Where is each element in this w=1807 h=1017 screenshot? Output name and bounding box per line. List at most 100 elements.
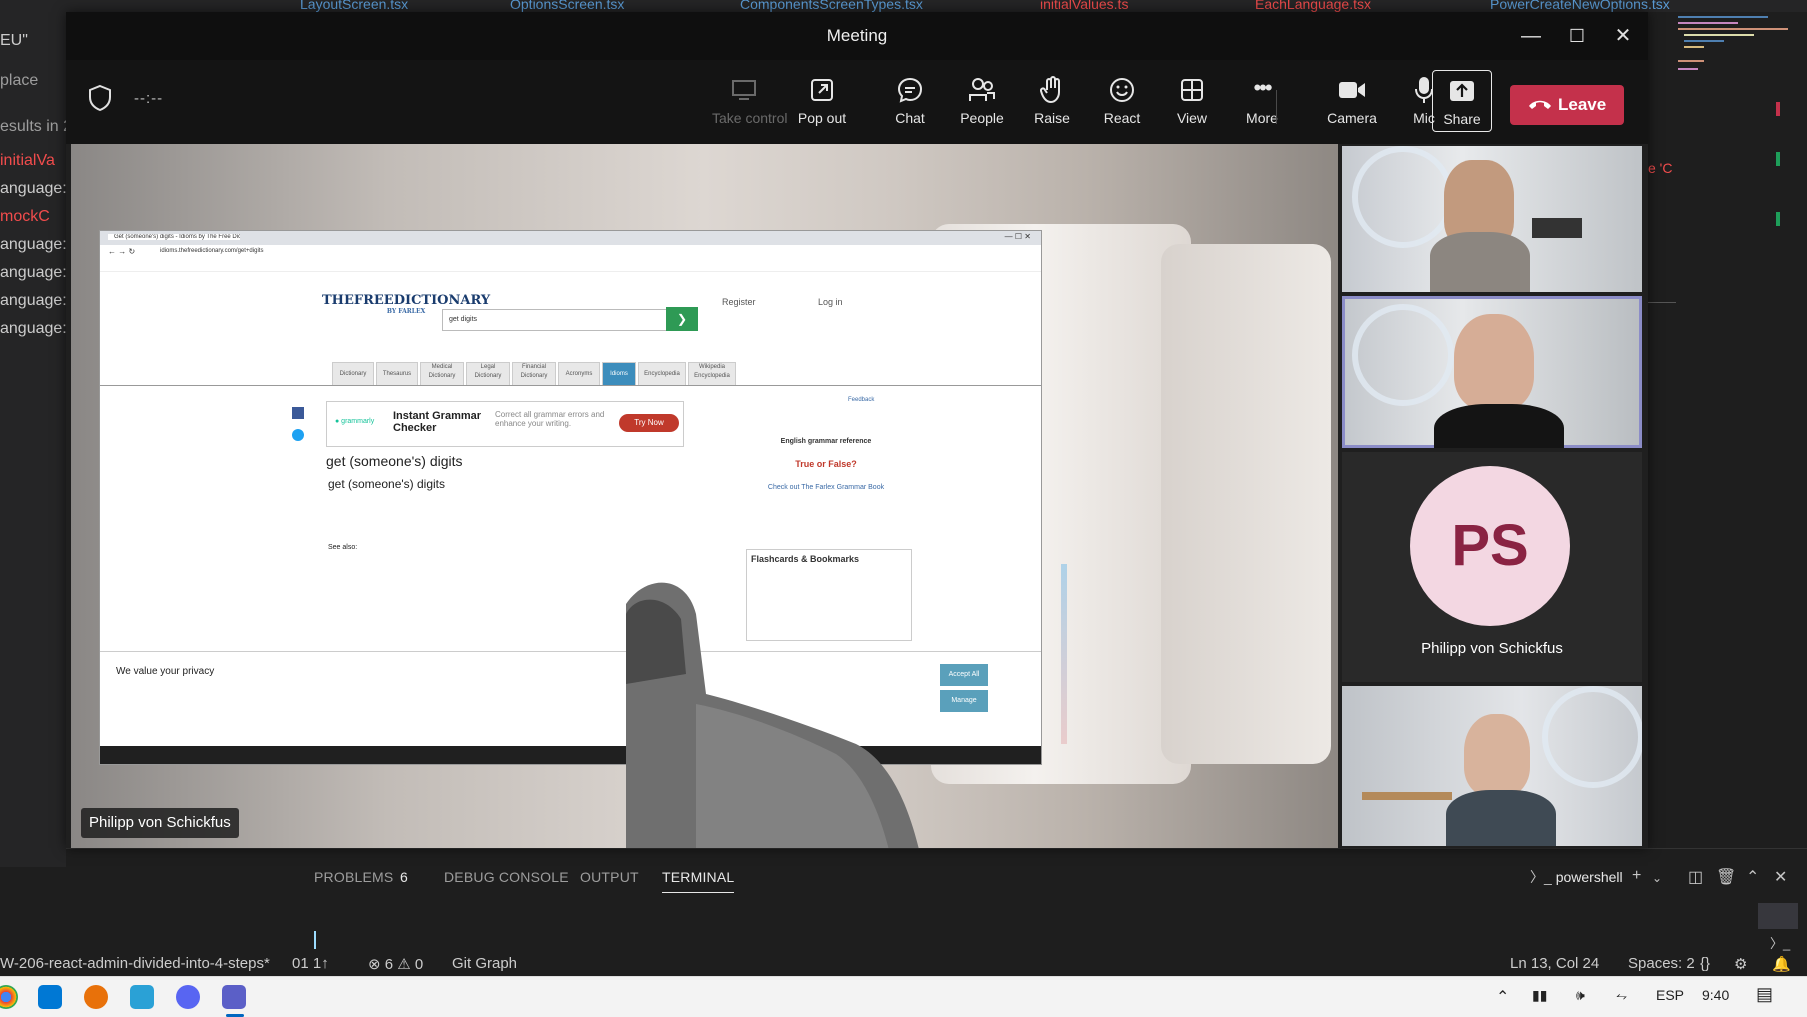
maximize-icon[interactable]: ☐ [1554,20,1600,52]
raise-label: Raise [1034,110,1070,126]
background-monitor [1532,218,1582,238]
take-control-button[interactable]: Take control [712,70,787,134]
branch-indicator[interactable]: W-206-react-admin-divided-into-4-steps* [0,955,270,972]
site-nav-tab[interactable]: Dictionary [332,362,374,386]
editor-tab[interactable]: LayoutScreen.tsx [300,0,408,12]
tab-debug-console[interactable]: DEBUG CONSOLE [444,869,569,885]
view-button[interactable]: View [1160,70,1224,134]
leave-button[interactable]: Leave [1510,85,1624,125]
terminal-icon: 〉_ [1530,869,1552,885]
more-button[interactable]: ••• More [1230,70,1294,134]
terminal-cursor[interactable] [314,931,316,949]
chevron-up-icon[interactable]: ⌃ [1746,867,1759,887]
language-indicator[interactable]: ESP [1656,987,1684,1003]
terminal-instance-icon[interactable]: 〉_ [1770,933,1790,952]
grammarly-logo: ● grammarly [335,418,375,425]
toolbar-divider [1276,90,1277,124]
shield-icon [89,84,111,112]
manage-button[interactable]: Manage [940,690,988,712]
chevron-up-icon[interactable]: ⌃ [1496,987,1509,1007]
site-nav-tab[interactable]: Acronyms [558,362,600,386]
bookmarks-bar [100,259,1041,272]
split-terminal-icon[interactable]: ◫ [1688,867,1703,887]
editor-tab[interactable]: PowerCreateNewOptions.tsx [1490,0,1670,12]
participant-video-tile[interactable] [1342,686,1642,846]
people-button[interactable]: People [950,70,1014,134]
react-button[interactable]: React [1090,70,1154,134]
sync-indicator[interactable]: 01 1↑ [292,955,329,972]
feedback-link[interactable]: Feedback [848,397,874,403]
grammar-book-link[interactable]: Check out The Farlex Grammar Book [744,483,908,493]
volume-icon[interactable]: 🕪 [1576,987,1585,1004]
editor-tab[interactable]: initialValues.ts [1040,0,1128,12]
site-nav-tab[interactable]: Financial Dictionary [512,362,556,386]
close-panel-icon[interactable]: ✕ [1774,867,1787,887]
tab-problems[interactable]: PROBLEMS [314,869,393,885]
browser-tab[interactable]: Get (someone's) digits - Idioms by The F… [108,234,240,240]
share-button[interactable]: Share [1432,70,1492,132]
code-line: anguage: [0,320,66,337]
participant-tile[interactable]: PS Philipp von Schickfus [1342,452,1642,682]
minimize-icon[interactable]: — [1508,20,1554,52]
terminal-instance-icon[interactable] [1758,903,1798,929]
meeting-timer: --:-- [134,90,164,107]
facebook-icon[interactable] [292,407,304,419]
chevron-down-icon[interactable]: ⌄ [1652,871,1662,885]
site-nav-tab[interactable]: Thesaurus [376,362,418,386]
close-icon[interactable]: ✕ [1600,20,1646,52]
editor-tab[interactable]: EachLanguage.tsx [1255,0,1371,12]
browser-address-bar: ← → ↻ idioms.thefreedictionary.com/get+d… [100,245,1041,260]
git-graph-button[interactable]: Git Graph [452,955,517,972]
presenter-video[interactable]: Get (someone's) digits - Idioms by The F… [71,144,1338,848]
language-mode[interactable]: {} [1700,955,1710,972]
pop-out-button[interactable]: Pop out [790,70,854,134]
indentation-indicator[interactable]: Spaces: 2 [1628,955,1695,972]
site-nav-tab[interactable]: Medical Dictionary [420,362,464,386]
ad-button[interactable]: Try Now [619,414,679,432]
participant-video-tile[interactable] [1342,296,1642,448]
cursor-position[interactable]: Ln 13, Col 24 [1510,955,1599,972]
tab-terminal[interactable]: TERMINAL [662,869,735,893]
trash-icon[interactable]: 🗑 [1716,867,1736,887]
participant-video-tile[interactable] [1342,146,1642,292]
app-icon[interactable] [84,985,108,1009]
camera-button[interactable]: Camera [1320,70,1384,134]
grammarly-ad[interactable]: ● grammarly Instant Grammar Checker Corr… [326,401,684,447]
app-icon[interactable] [130,985,154,1009]
new-terminal-icon[interactable]: + [1632,867,1641,885]
ad-title: Instant Grammar Checker [393,410,482,434]
mail-icon[interactable] [38,985,62,1009]
site-nav-tab[interactable]: Wikipedia Encyclopedia [688,362,736,386]
teams-icon[interactable] [222,985,246,1009]
editor-tab[interactable]: OptionsScreen.tsx [510,0,624,12]
register-link[interactable]: Register [722,297,756,307]
search-go-button[interactable]: ❯ [666,307,698,331]
problems-indicator[interactable]: ⊗ 6 ⚠ 0 [368,955,423,973]
camera-label: Camera [1327,110,1377,126]
wifi-icon[interactable]: ⥊ [1616,987,1627,1004]
site-nav-tab[interactable]: Encyclopedia [638,362,686,386]
clock[interactable]: 9:40 [1702,987,1729,1003]
editor-tab-strip: LayoutScreen.tsx OptionsScreen.tsx Compo… [0,0,1807,12]
accept-all-button[interactable]: Accept All [940,664,988,686]
site-search-input[interactable]: get digits [442,309,670,331]
terminal-profile-selector[interactable]: 〉_ powershell [1530,867,1623,887]
url-text[interactable]: idioms.thefreedictionary.com/get+digits [160,248,263,254]
chat-button[interactable]: Chat [878,70,942,134]
chrome-icon[interactable] [0,985,18,1009]
share-label: Share [1443,111,1481,127]
bell-icon[interactable]: 🔔 [1772,955,1791,973]
discord-icon[interactable] [176,985,200,1009]
tab-output[interactable]: OUTPUT [580,869,639,885]
battery-icon[interactable]: ▮▮ [1532,987,1547,1004]
twitter-icon[interactable] [292,429,304,441]
editor-tab[interactable]: ComponentsScreenTypes.tsx [740,0,923,12]
editor-minimap[interactable]: e 'C [1648,12,1807,860]
copilot-icon[interactable]: ⚙ [1734,955,1747,973]
account-links: Register Log in [712,291,854,319]
raise-hand-button[interactable]: Raise [1020,70,1084,134]
login-link[interactable]: Log in [818,297,843,307]
site-nav-tab[interactable]: Legal Dictionary [466,362,510,386]
notifications-icon[interactable]: ▤ [1756,984,1773,1005]
site-nav-tab[interactable]: Idioms [602,362,636,386]
